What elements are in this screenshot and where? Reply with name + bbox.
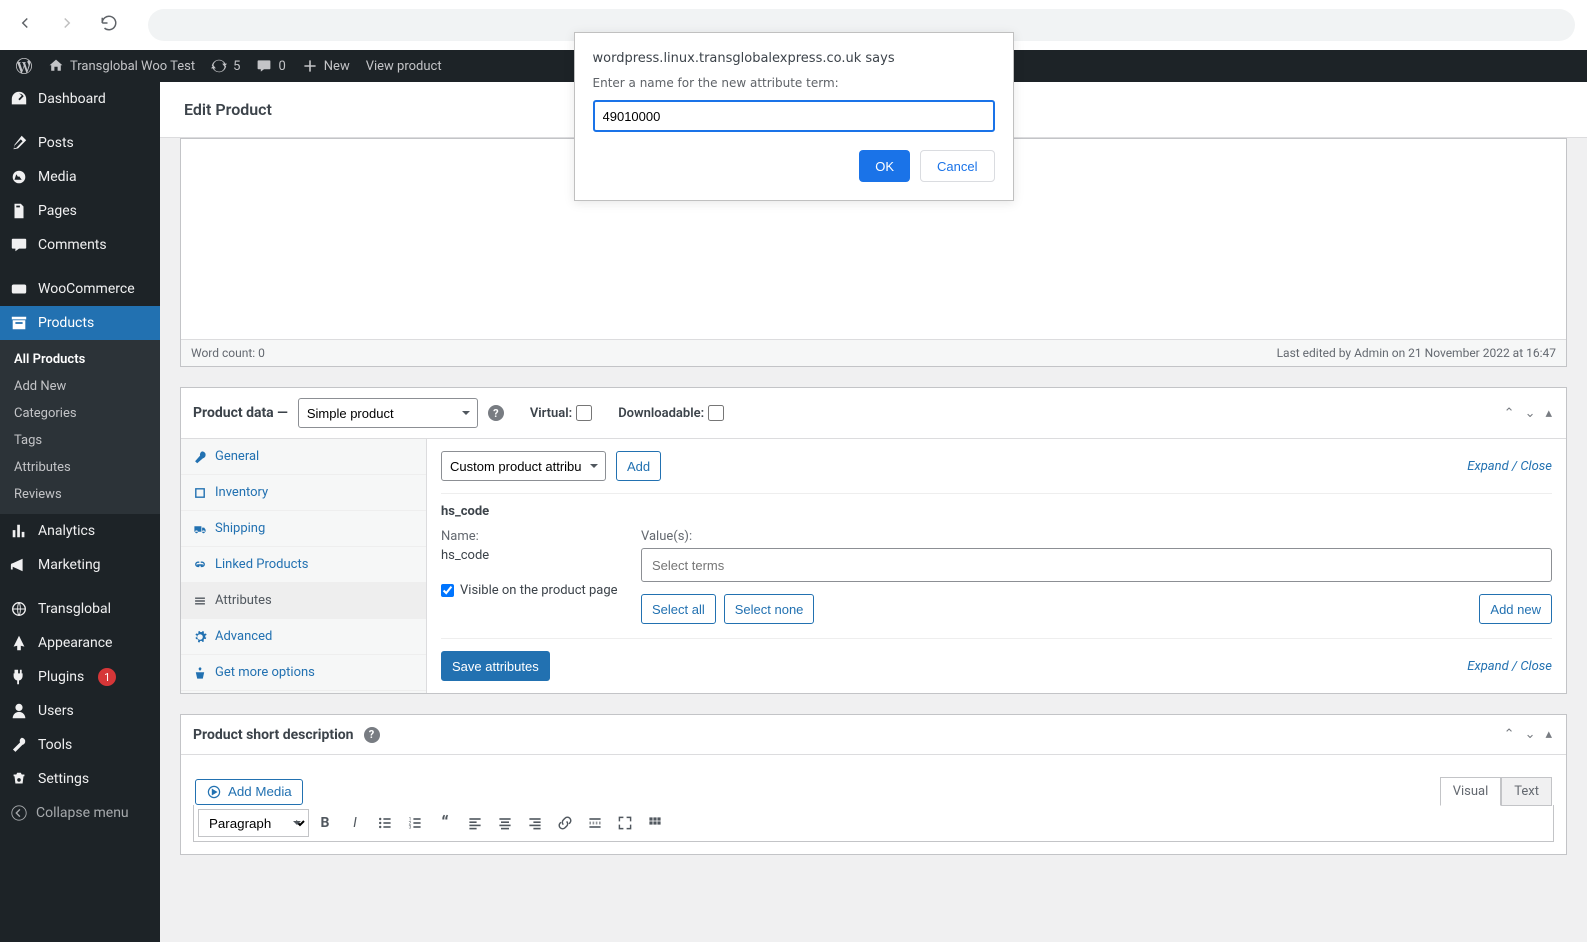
dialog-prompt: Enter a name for the new attribute term: (593, 76, 995, 90)
dialog-cancel-button[interactable]: Cancel (920, 150, 994, 182)
browser-back-icon[interactable] (12, 10, 38, 40)
prompt-dialog: wordpress.linux.transglobalexpress.co.uk… (574, 32, 1014, 201)
prompt-dialog-overlay: wordpress.linux.transglobalexpress.co.uk… (0, 50, 1587, 942)
dialog-input[interactable] (593, 100, 995, 132)
browser-forward-icon (54, 10, 80, 40)
dialog-origin: wordpress.linux.transglobalexpress.co.uk… (593, 51, 995, 66)
browser-reload-icon[interactable] (96, 10, 122, 40)
dialog-ok-button[interactable]: OK (859, 150, 910, 182)
